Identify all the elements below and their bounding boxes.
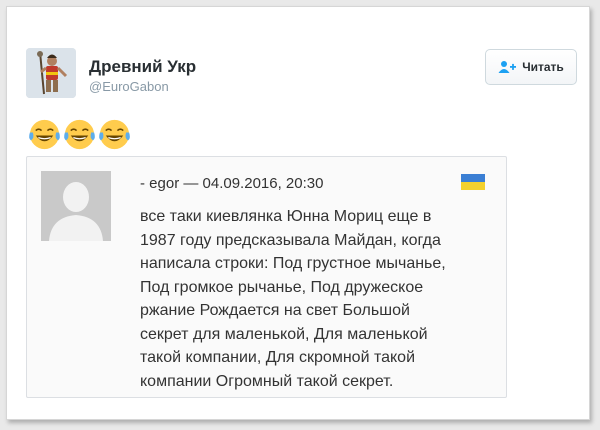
face-with-tears-of-joy-icon <box>29 119 60 150</box>
comment-meta: - egor — 04.09.2016, 20:30 <box>140 175 324 192</box>
comment-text-line: все таки киевлянка Юнна Мориц еще в <box>140 208 432 225</box>
author-name[interactable]: Древний Укр <box>89 57 196 77</box>
follow-button-label: Читать <box>522 60 564 74</box>
follow-button[interactable]: Читать <box>485 49 577 85</box>
comment-text: все таки киевлянка Юнна Мориц еще в 1987… <box>140 205 490 393</box>
comment-text-line: компании Огромный такой секрет. <box>140 372 394 390</box>
user-silhouette-icon <box>41 171 111 241</box>
author-avatar[interactable] <box>26 48 76 98</box>
comment-text-line: Под громкое рычанье, Под дружеское <box>140 278 424 296</box>
follow-user-icon <box>498 61 517 73</box>
comment-text-line: написала строки: Под грустное мычанье, <box>140 255 446 272</box>
comment-text-line: 1987 году предсказывала Майдан, когда <box>140 231 441 249</box>
warrior-figure-icon <box>26 48 76 98</box>
ukraine-flag-icon <box>461 174 485 190</box>
face-with-tears-of-joy-icon <box>99 119 130 150</box>
face-with-tears-of-joy-icon <box>64 119 95 150</box>
comment-default-avatar <box>41 171 111 241</box>
comment-text-line: такой компании, Для скромной такой <box>140 349 416 366</box>
tweet-text-emojis <box>27 117 132 152</box>
tweet-card: Древний Укр @EuroGabon Читать - egor — 0… <box>6 6 590 420</box>
author-handle[interactable]: @EuroGabon <box>89 79 169 94</box>
quoted-comment-card: - egor — 04.09.2016, 20:30 все таки киев… <box>26 156 507 398</box>
comment-text-line: ржание Рождается на свет Большой <box>140 302 410 319</box>
comment-text-line: секрет для маленькой, Для маленькой <box>140 325 428 343</box>
